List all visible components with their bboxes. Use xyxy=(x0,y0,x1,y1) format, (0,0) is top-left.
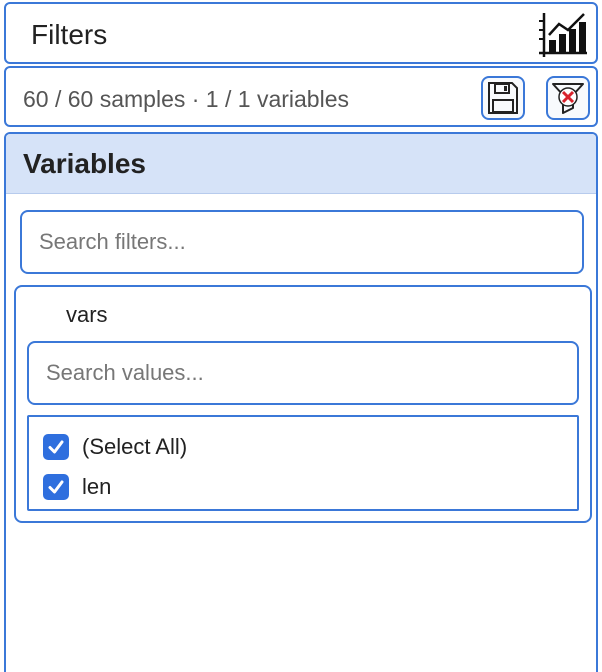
option-label: len xyxy=(82,474,112,499)
variables-section: Variables vars (Select All) le xyxy=(4,132,598,672)
filter-status-bar: 60 / 60 samples · 1 / 1 variables xyxy=(4,66,598,127)
filters-header: Filters xyxy=(4,2,598,64)
clear-filters-button[interactable] xyxy=(546,76,590,120)
option-label: (Select All) xyxy=(82,434,188,459)
search-filters-input[interactable] xyxy=(20,210,584,274)
checkmark-icon xyxy=(48,480,64,494)
variables-title: Variables xyxy=(23,147,146,179)
save-filters-button[interactable] xyxy=(481,76,525,120)
list-item-len[interactable]: len xyxy=(43,472,111,502)
bar-chart-icon[interactable] xyxy=(538,10,588,60)
len-checkbox[interactable] xyxy=(43,474,69,500)
checkmark-icon xyxy=(48,440,64,454)
floppy-disk-icon xyxy=(488,82,518,114)
variable-filter-card: vars (Select All) len xyxy=(14,285,592,523)
list-item-select-all[interactable]: (Select All) xyxy=(43,432,187,462)
variables-section-header[interactable]: Variables xyxy=(6,134,596,194)
search-values-input[interactable] xyxy=(27,341,579,405)
panel-title: Filters xyxy=(31,19,108,50)
select-all-checkbox[interactable] xyxy=(43,434,69,460)
clear-filter-icon xyxy=(552,83,584,114)
value-list: (Select All) len xyxy=(27,415,579,511)
filter-summary: 60 / 60 samples · 1 / 1 variables xyxy=(23,86,349,112)
variable-name: vars xyxy=(66,302,108,327)
